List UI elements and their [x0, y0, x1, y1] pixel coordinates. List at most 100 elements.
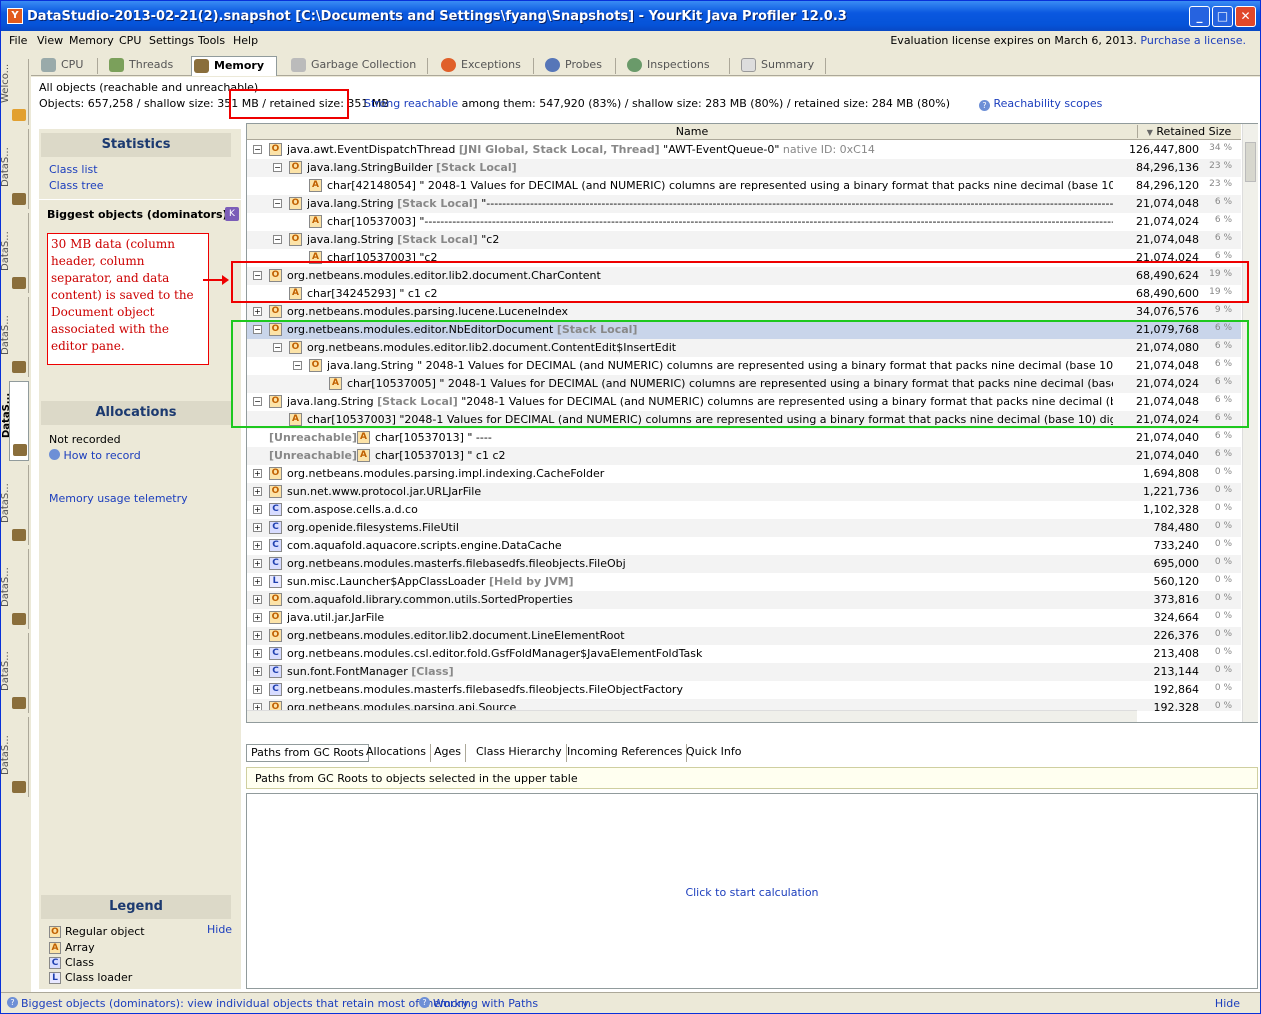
session-tab[interactable]: DataS...: [1, 129, 29, 209]
tab-class-hierarchy[interactable]: Class Hierarchy: [472, 744, 567, 762]
tab-summary[interactable]: Summary: [739, 56, 823, 76]
session-tab[interactable]: DataS...: [1, 633, 29, 713]
close-button[interactable]: ✕: [1235, 6, 1256, 27]
how-to-record-link[interactable]: How to record: [49, 449, 141, 462]
tab-garbage-collection[interactable]: Garbage Collection: [289, 56, 423, 76]
paths-info-text: Paths from GC Roots to objects selected …: [255, 772, 578, 785]
expand-icon[interactable]: +: [253, 631, 262, 640]
tab-memory[interactable]: Memory: [191, 56, 277, 76]
table-row[interactable]: Achar[10537003] "-----------------------…: [247, 213, 1241, 231]
retained-size-cell: 784,480: [1153, 521, 1200, 534]
reachability-scopes-link[interactable]: ? Reachability scopes: [978, 97, 1102, 111]
table-row[interactable]: − Ojava.lang.StringBuilder [Stack Local] 8…: [247, 159, 1241, 177]
expand-icon[interactable]: +: [253, 307, 262, 316]
tab-allocations[interactable]: Allocations: [362, 744, 431, 762]
status-paths-link[interactable]: Working with Paths: [433, 997, 538, 1010]
tab-quick-info[interactable]: Quick Info: [682, 744, 745, 762]
expand-icon[interactable]: +: [253, 505, 262, 514]
class-tree-link[interactable]: Class tree: [49, 179, 104, 192]
purchase-link[interactable]: Purchase a license.: [1140, 34, 1246, 47]
column-retained-size[interactable]: ▼ Retained Size: [1139, 125, 1239, 138]
table-row[interactable]: + Ccom.aquafold.aquacore.scripts.engine.D…: [247, 537, 1241, 555]
tab-inspections[interactable]: Inspections: [625, 56, 729, 76]
expand-icon[interactable]: +: [253, 523, 262, 532]
menu-settings[interactable]: Settings: [149, 34, 194, 47]
tab-threads[interactable]: Threads: [107, 56, 187, 76]
session-tab[interactable]: DataS...: [1, 717, 29, 797]
expand-icon[interactable]: +: [253, 541, 262, 550]
table-row[interactable]: + Oorg.netbeans.modules.editor.lib2.docum…: [247, 627, 1241, 645]
session-tab[interactable]: DataS...: [1, 465, 29, 545]
collapse-icon[interactable]: −: [253, 145, 262, 154]
table-row[interactable]: + Lsun.misc.Launcher$AppClassLoader [Held…: [247, 573, 1241, 591]
table-row[interactable]: − Ojava.lang.String [Stack Local] "------…: [247, 195, 1241, 213]
tab-label: Probes: [565, 58, 602, 71]
collapse-icon[interactable]: −: [273, 235, 282, 244]
table-row[interactable]: + Corg.netbeans.modules.masterfs.filebase…: [247, 555, 1241, 573]
table-row[interactable]: + Osun.net.www.protocol.jar.URLJarFile 1,2…: [247, 483, 1241, 501]
session-tab-welcome[interactable]: Welco...: [1, 59, 29, 125]
table-row[interactable]: + Oorg.netbeans.modules.parsing.lucene.Lu…: [247, 303, 1241, 321]
session-tab[interactable]: DataS...: [1, 549, 29, 629]
menu-tools[interactable]: Tools: [198, 34, 225, 47]
legend-hide-link[interactable]: Hide: [207, 923, 232, 936]
retained-percent-cell: 6 %: [1214, 449, 1232, 459]
table-row[interactable]: + Corg.openide.filesystems.FileUtil 784,48…: [247, 519, 1241, 537]
scroll-thumb[interactable]: [1245, 142, 1256, 182]
collapse-icon[interactable]: −: [273, 163, 282, 172]
table-row[interactable]: + Oorg.netbeans.modules.parsing.impl.inde…: [247, 465, 1241, 483]
table-row[interactable]: [Unreachable] Achar[10537013] " c1 c2 21,0…: [247, 447, 1241, 465]
class-icon: C: [269, 503, 282, 516]
tab-exceptions[interactable]: Exceptions: [439, 56, 531, 76]
column-name[interactable]: Name: [247, 125, 1138, 138]
dominators-item[interactable]: Biggest objects (dominators) K: [39, 199, 241, 229]
tab-cpu[interactable]: CPU: [39, 56, 93, 76]
status-hide-link[interactable]: Hide: [1215, 997, 1240, 1010]
start-calculation-link[interactable]: Click to start calculation: [247, 886, 1257, 899]
expand-icon[interactable]: +: [253, 487, 262, 496]
retained-size-cell: 34,076,576: [1136, 305, 1199, 318]
tab-incoming-references[interactable]: Incoming References: [563, 744, 688, 762]
tab-ages[interactable]: Ages: [430, 744, 467, 762]
menu-file[interactable]: File: [9, 34, 27, 47]
expand-icon[interactable]: +: [253, 577, 262, 586]
table-row[interactable]: Achar[42148054] " 2048-1 Values for DECI…: [247, 177, 1241, 195]
menu-cpu[interactable]: CPU: [119, 34, 141, 47]
table-row[interactable]: − Ojava.awt.EventDispatchThread [JNI Glob…: [247, 141, 1241, 159]
session-tab[interactable]: DataS...: [1, 213, 29, 293]
expand-icon[interactable]: +: [253, 685, 262, 694]
expand-icon[interactable]: +: [253, 559, 262, 568]
menu-view[interactable]: View: [37, 34, 63, 47]
expand-icon[interactable]: +: [253, 613, 262, 622]
memory-telemetry-link[interactable]: Memory usage telemetry: [49, 492, 188, 505]
table-row[interactable]: + Ocom.aquafold.library.common.utils.Sort…: [247, 591, 1241, 609]
object-icon: O: [269, 305, 282, 318]
status-dominators-link[interactable]: Biggest objects (dominators): view indiv…: [21, 997, 469, 1010]
table-row[interactable]: + Corg.netbeans.modules.masterfs.filebase…: [247, 681, 1241, 699]
maximize-button[interactable]: □: [1212, 6, 1233, 27]
session-tab-active[interactable]: DataS...: [1, 381, 29, 461]
class-list-link[interactable]: Class list: [49, 163, 98, 176]
minimize-button[interactable]: _: [1189, 6, 1210, 27]
table-row[interactable]: − Ojava.lang.String [Stack Local] "c2 21,0…: [247, 231, 1241, 249]
menu-memory[interactable]: Memory: [69, 34, 114, 47]
expand-icon[interactable]: +: [253, 649, 262, 658]
strong-reachable-link[interactable]: Strong reachable: [364, 97, 458, 110]
title-bar[interactable]: Y DataStudio-2013-02-21(2).snapshot [C:\…: [1, 1, 1260, 31]
table-row[interactable]: + Ojava.util.jar.JarFile 324,664 0 %: [247, 609, 1241, 627]
table-row[interactable]: [Unreachable] Achar[10537013] " ---- 21,07…: [247, 429, 1241, 447]
tab-probes[interactable]: Probes: [543, 56, 613, 76]
table-row[interactable]: + Ccom.aspose.cells.a.d.co 1,102,328 0 %: [247, 501, 1241, 519]
horizontal-scrollbar[interactable]: [247, 710, 1137, 722]
collapse-icon[interactable]: K: [225, 207, 239, 221]
session-tab[interactable]: DataS...: [1, 297, 29, 377]
table-row[interactable]: + Corg.netbeans.modules.csl.editor.fold.G…: [247, 645, 1241, 663]
tab-paths-from-gc-roots[interactable]: Paths from GC Roots: [246, 744, 369, 762]
menu-help[interactable]: Help: [233, 34, 258, 47]
expand-icon[interactable]: +: [253, 667, 262, 676]
expand-icon[interactable]: +: [253, 469, 262, 478]
retained-percent-cell: 0 %: [1214, 575, 1232, 585]
collapse-icon[interactable]: −: [273, 199, 282, 208]
table-row[interactable]: + Csun.font.FontManager [Class] 213,144 0 %: [247, 663, 1241, 681]
expand-icon[interactable]: +: [253, 595, 262, 604]
